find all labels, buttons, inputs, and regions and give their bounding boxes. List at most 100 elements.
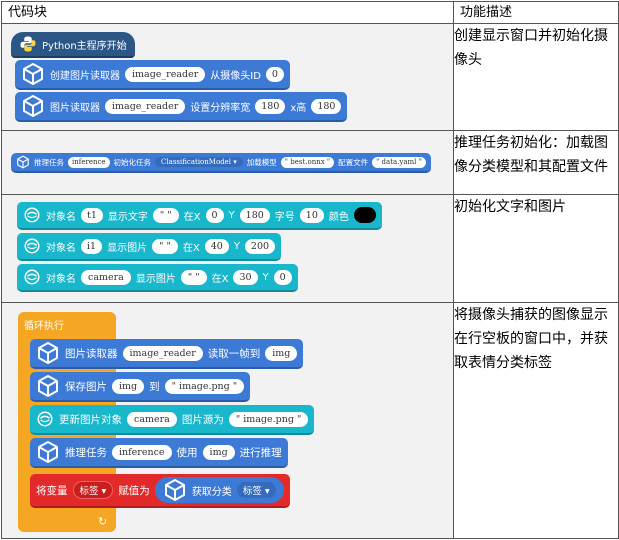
object-name-input[interactable]: i1: [81, 238, 103, 254]
block-text: 推理任务: [34, 157, 64, 167]
object-name-input[interactable]: camera: [81, 269, 131, 285]
row3-desc: 初始化文字和图片: [453, 194, 619, 303]
color-picker[interactable]: [353, 207, 376, 223]
display-object-icon: [23, 237, 41, 255]
cube-icon: [36, 341, 60, 365]
set-variable-block[interactable]: 将变量 标签 ▾ 赋值为 获取分类 标签 ▾: [30, 474, 290, 508]
block-text: 对象名: [46, 211, 76, 223]
block-text: 图片读取器: [50, 102, 100, 114]
text-content-input[interactable]: " ": [152, 207, 179, 223]
block-text: 在X: [182, 242, 200, 254]
cube-icon: [163, 478, 187, 502]
block-text: 将变量: [36, 484, 68, 497]
run-inference-block[interactable]: 推理任务 inference 使用 img 进行推理: [30, 438, 288, 468]
config-file-input[interactable]: " data.yaml ": [372, 156, 426, 168]
x-input[interactable]: 0: [205, 207, 224, 223]
row1-code-cell: Python主程序开始 创建图片读取器 image_reader 从摄像头ID …: [1, 23, 454, 131]
row4-code-cell: 循环执行 ↻ 图片读取器 image_reader 读取一帧到 img 保存图片…: [1, 302, 454, 539]
block-text: 字号: [274, 211, 295, 223]
block-text: 使用: [176, 446, 198, 459]
block-text: 设置分辨率宽: [190, 102, 251, 114]
variable-dropdown[interactable]: 标签 ▾: [72, 481, 114, 499]
read-frame-block[interactable]: 图片读取器 image_reader 读取一帧到 img: [30, 339, 304, 369]
result-type-dropdown[interactable]: 标签 ▾: [236, 482, 276, 498]
block-text: Y: [262, 271, 269, 283]
width-input[interactable]: 180: [255, 98, 286, 114]
var-inference[interactable]: inference: [68, 156, 110, 168]
display-image-block-i1[interactable]: 对象名 i1 显示图片 " " 在X 40 Y 200: [17, 233, 282, 261]
python-main-hat-block[interactable]: Python主程序开始: [11, 32, 135, 58]
block-text: 显示图片: [107, 242, 148, 254]
block-text: 从摄像头ID: [210, 70, 261, 82]
inference-init-block[interactable]: 推理任务 inference 初始化任务 ClassificationModel…: [11, 153, 431, 173]
display-object-icon: [36, 410, 54, 428]
y-input[interactable]: 200: [244, 238, 276, 254]
cube-icon: [36, 374, 60, 398]
block-text: 图片读取器: [65, 347, 118, 360]
var-image-reader[interactable]: image_reader: [122, 345, 203, 361]
block-text: 对象名: [46, 273, 76, 285]
get-classification-reporter[interactable]: 获取分类 标签 ▾: [154, 477, 284, 503]
model-file-input[interactable]: " best.onnx ": [280, 156, 335, 168]
task-type-value: ClassificationModel: [161, 158, 232, 166]
block-text: 创建图片读取器: [50, 70, 120, 82]
row3-code-cell: 对象名 t1 显示文字 " " 在X 0 Y 180 字号 10 颜色 对象名 …: [1, 194, 454, 303]
set-resolution-block[interactable]: 图片读取器 image_reader 设置分辨率宽 180 x高 180: [15, 92, 348, 122]
cube-icon: [36, 440, 60, 464]
loop-label: 循环执行: [24, 321, 64, 332]
block-text: 获取分类: [191, 486, 232, 498]
block-text: x高: [290, 102, 307, 114]
python-logo-icon: [19, 35, 37, 53]
var-img[interactable]: img: [265, 345, 298, 361]
height-input[interactable]: 180: [311, 98, 342, 114]
image-path-input[interactable]: " ": [152, 238, 178, 254]
font-size-input[interactable]: 10: [299, 207, 324, 223]
display-text-block[interactable]: 对象名 t1 显示文字 " " 在X 0 Y 180 字号 10 颜色: [17, 202, 382, 230]
cube-icon: [16, 155, 30, 169]
variable-value: 标签: [79, 486, 99, 497]
save-image-block[interactable]: 保存图片 img 到 " image.png ": [30, 372, 251, 402]
hat-label: Python主程序开始: [42, 40, 127, 52]
cube-icon: [21, 94, 45, 118]
result-type-value: 标签: [242, 486, 262, 497]
block-text: 显示文字: [107, 211, 148, 223]
cube-icon: [21, 62, 45, 86]
block-text: Y: [233, 240, 240, 252]
object-name-input[interactable]: t1: [81, 207, 103, 223]
x-input[interactable]: 40: [204, 238, 229, 254]
camera-id-input[interactable]: 0: [265, 66, 284, 82]
block-text: 加载模型: [246, 157, 277, 167]
var-img[interactable]: img: [202, 444, 235, 460]
block-text: 推理任务: [65, 446, 107, 459]
block-text: 显示图片: [135, 273, 176, 285]
block-text: 读取一帧到: [207, 347, 261, 360]
block-text: 配置文件: [338, 157, 369, 167]
var-image-reader[interactable]: image_reader: [105, 98, 186, 114]
var-inference[interactable]: inference: [112, 444, 172, 460]
update-image-object-block[interactable]: 更新图片对象 camera 图片源为 " image.png ": [30, 405, 315, 435]
object-name-input[interactable]: camera: [127, 411, 177, 427]
header-code: 代码块: [1, 1, 454, 24]
var-img[interactable]: img: [112, 378, 145, 394]
task-type-dropdown[interactable]: ClassificationModel ▾: [155, 157, 243, 167]
y-input[interactable]: 0: [273, 269, 292, 285]
block-text: 图片源为: [181, 413, 224, 426]
image-path-input[interactable]: " ": [180, 269, 207, 285]
block-text: 保存图片: [65, 380, 107, 393]
block-text: 对象名: [46, 242, 76, 254]
loop-arrow-icon: ↻: [98, 515, 108, 528]
row1-desc: 创建显示窗口并初始化摄像头: [453, 23, 619, 131]
create-image-reader-block[interactable]: 创建图片读取器 image_reader 从摄像头ID 0: [15, 60, 290, 90]
row2-desc: 推理任务初始化：加载图像分类模型和其配置文件: [453, 130, 619, 195]
display-image-block-camera[interactable]: 对象名 camera 显示图片 " " 在X 30 Y 0: [17, 264, 298, 292]
image-source-input[interactable]: " image.png ": [228, 411, 309, 427]
y-input[interactable]: 180: [239, 207, 270, 223]
block-text: 更新图片对象: [59, 413, 122, 426]
block-text: 赋值为: [118, 484, 150, 497]
block-text: 进行推理: [239, 446, 282, 459]
var-image-reader[interactable]: image_reader: [125, 66, 206, 82]
row2-code-cell: 推理任务 inference 初始化任务 ClassificationModel…: [1, 130, 454, 195]
x-input[interactable]: 30: [233, 269, 258, 285]
display-object-icon: [23, 206, 41, 224]
save-path-input[interactable]: " image.png ": [164, 378, 245, 394]
